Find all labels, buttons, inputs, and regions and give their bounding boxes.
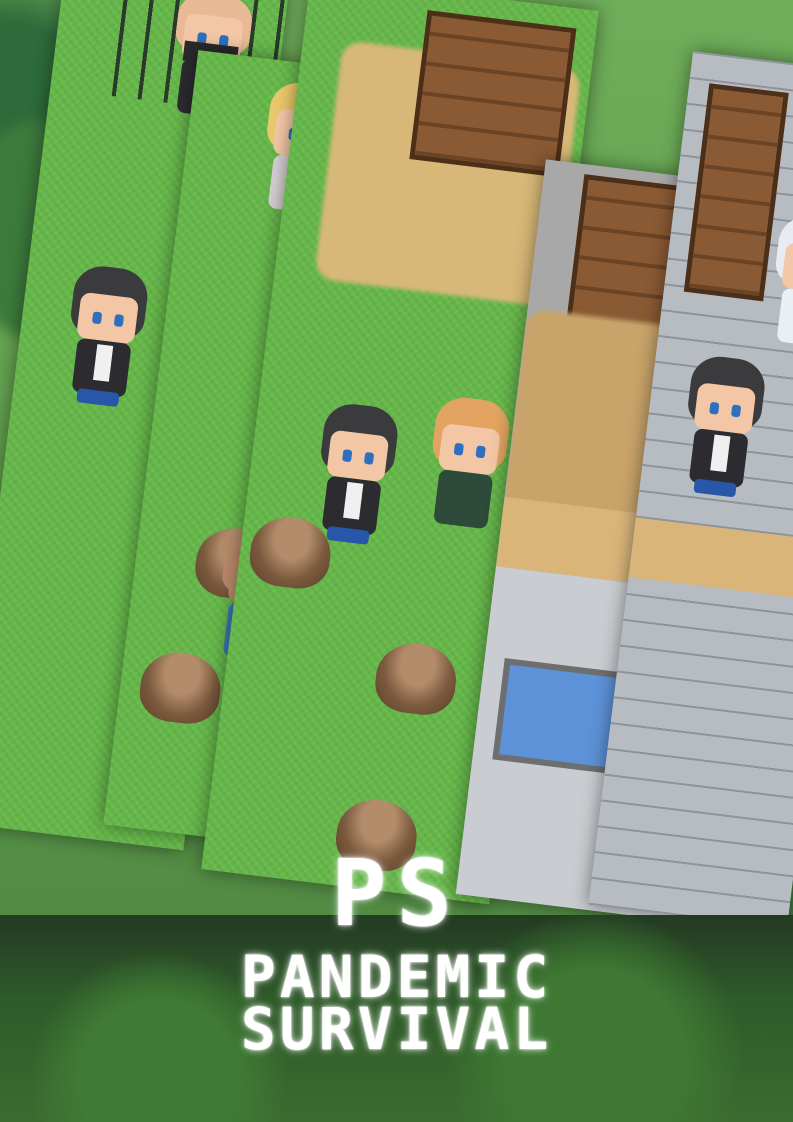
hero-character xyxy=(668,352,776,512)
wooden-crate xyxy=(409,10,577,178)
game-logo: PS xyxy=(331,840,462,947)
hero-character xyxy=(51,262,159,422)
game-title-line-2: SURVIVAL xyxy=(240,995,553,1063)
tree-stump xyxy=(372,639,460,719)
